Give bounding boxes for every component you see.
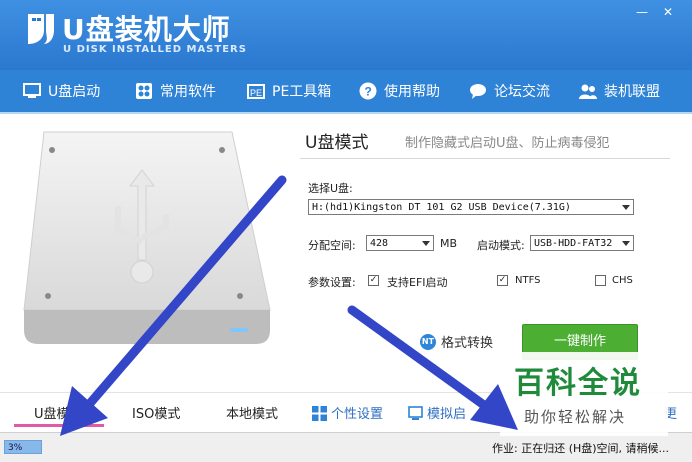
nav-item-udisk-boot[interactable]: U盘启动 (22, 78, 100, 104)
partition-label: 分配空间: (308, 239, 356, 252)
chat-icon (470, 84, 486, 99)
app-title: U盘装机大师 (62, 13, 231, 46)
pe-toolbox-icon: PE (247, 84, 265, 99)
tab-personal-settings[interactable]: 个性设置 (312, 403, 383, 422)
minimize-button[interactable]: — (634, 6, 650, 18)
nav-item-software[interactable]: 常用软件 (134, 78, 216, 104)
tab-label: 个性设置 (331, 407, 384, 422)
close-button[interactable]: ✕ (660, 6, 676, 18)
watermark-subtitle: 助你轻松解决 (524, 408, 627, 426)
udisk-select[interactable]: H:(hd1)Kingston DT 101 G2 USB Device(7.3… (308, 199, 634, 215)
params-label: 参数设置: (308, 276, 356, 289)
nav-label: U盘启动 (48, 84, 101, 100)
users-icon (579, 84, 597, 99)
ntfs-option-label: NTFS (515, 275, 541, 286)
svg-text:PE: PE (250, 88, 262, 98)
format-convert-link[interactable]: NT 格式转换 (420, 332, 493, 351)
mode-title: U盘模式 (305, 133, 369, 153)
monitor-icon (408, 406, 423, 420)
tab-iso-mode[interactable]: ISO模式 (132, 403, 180, 422)
nav-label: 装机联盟 (604, 84, 660, 100)
ntfs-checkbox[interactable]: ✓ (497, 275, 508, 286)
usb-drive-illustration (23, 131, 271, 344)
dropdown-arrow-icon (622, 241, 630, 246)
nav-label: 常用软件 (160, 84, 216, 100)
svg-text:?: ? (365, 85, 372, 99)
format-convert-label: 格式转换 (441, 336, 494, 351)
chs-option-label: CHS (612, 275, 633, 286)
chs-checkbox[interactable] (595, 275, 606, 286)
boot-mode-value: USB-HDD-FAT32 (534, 238, 613, 249)
partition-unit: MB (440, 237, 458, 250)
progress-bar: 3% (4, 440, 42, 454)
efi-checkbox[interactable]: ✓ (368, 275, 379, 286)
dropdown-arrow-icon (422, 241, 430, 246)
dropdown-arrow-icon (622, 205, 630, 210)
nav-item-alliance[interactable]: 装机联盟 (578, 78, 660, 104)
nt-icon: NT (420, 333, 436, 350)
select-udisk-label: 选择U盘: (308, 182, 353, 195)
tab-label: 模拟启 (427, 407, 467, 422)
app-window: U盘装机大师 U DISK INSTALLED MASTERS — ✕ U盘启动… (0, 0, 692, 462)
nav-label: 使用帮助 (384, 84, 440, 100)
nav-item-pe-toolbox[interactable]: PE PE工具箱 (246, 78, 331, 104)
boot-mode-select[interactable]: USB-HDD-FAT32 (530, 235, 634, 251)
app-subtitle: U DISK INSTALLED MASTERS (63, 44, 247, 55)
nav-label: 论坛交流 (494, 84, 550, 100)
status-bar: 3% 作业: 正在归还 (H盘)空间, 请稍候... (0, 432, 692, 462)
status-text: 作业: 正在归还 (H盘)空间, 请稍候... (492, 442, 670, 455)
top-nav: U盘启动 常用软件 PE PE工具箱 ? 使用帮助 论坛交流 装机联盟 (0, 70, 692, 114)
watermark: 百科全说 助你轻松解决 (500, 352, 668, 436)
tab-udisk-mode[interactable]: U盘模式 (34, 403, 83, 422)
apps-icon (136, 83, 152, 99)
efi-option-label: 支持EFI启动 (387, 276, 448, 289)
tab-simulate-boot[interactable]: 模拟启 (408, 403, 466, 422)
udisk-select-value: H:(hd1)Kingston DT 101 G2 USB Device(7.3… (312, 202, 571, 213)
help-icon: ? (359, 82, 377, 100)
partition-size-value: 428 (370, 238, 389, 249)
watermark-title: 百科全说 (514, 366, 642, 401)
title-bar: U盘装机大师 U DISK INSTALLED MASTERS — ✕ (0, 0, 692, 70)
nav-item-help[interactable]: ? 使用帮助 (358, 78, 440, 104)
boot-mode-label: 启动模式: (477, 239, 525, 252)
nav-item-forum[interactable]: 论坛交流 (468, 78, 550, 104)
app-logo-icon (28, 14, 54, 44)
mode-description: 制作隐藏式启动U盘、防止病毒侵犯 (405, 136, 610, 151)
partition-size-select[interactable]: 428 (366, 235, 434, 251)
active-tab-indicator (14, 424, 104, 427)
grid-icon (312, 406, 327, 421)
divider (300, 158, 670, 159)
monitor-icon (23, 83, 41, 98)
tab-local-mode[interactable]: 本地模式 (226, 403, 278, 422)
nav-label: PE工具箱 (272, 84, 332, 100)
